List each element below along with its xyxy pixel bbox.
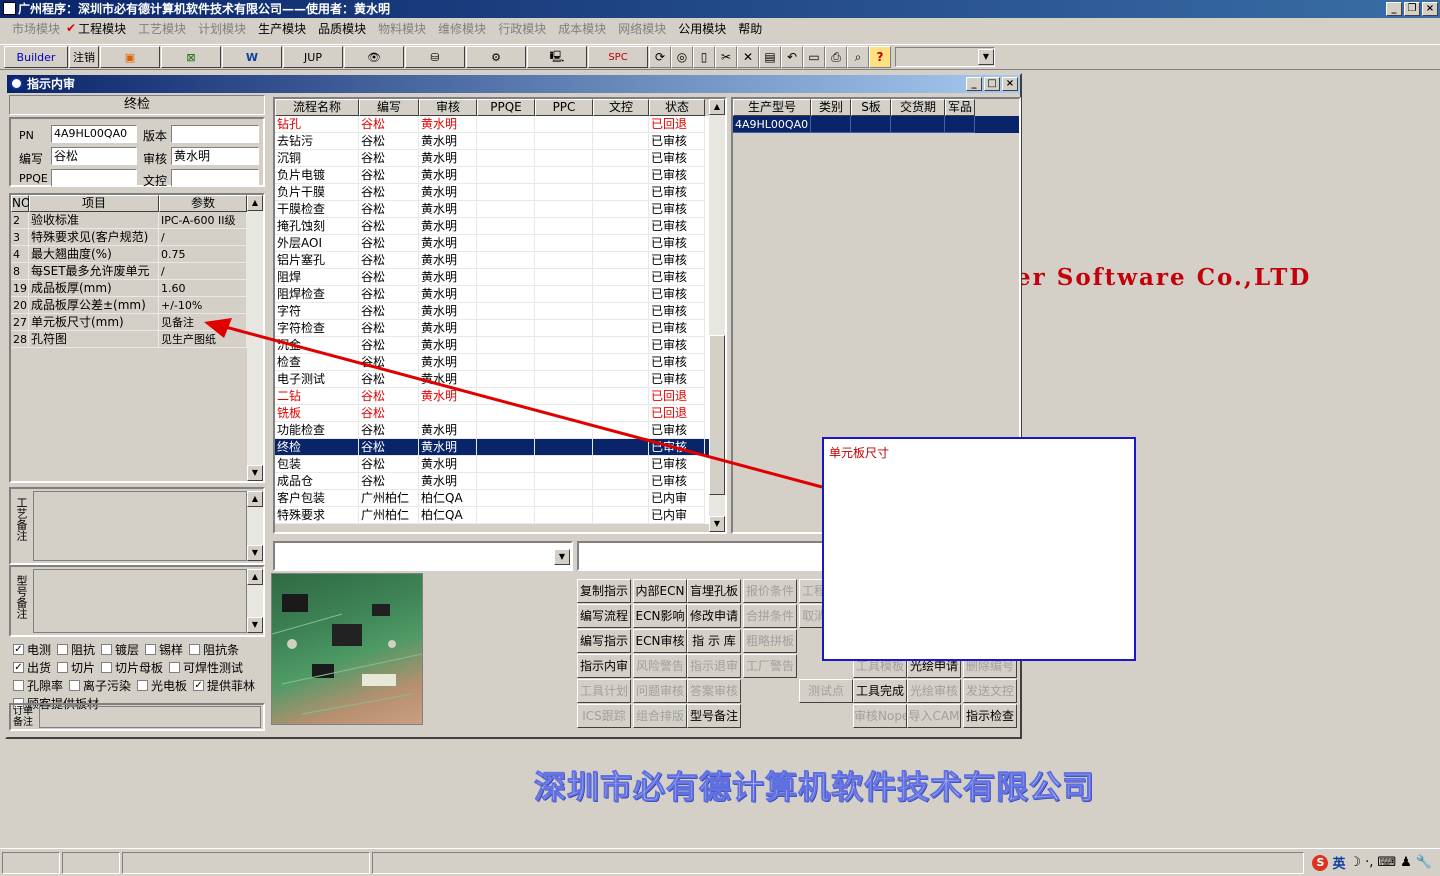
wrench-icon[interactable]: 🔧 bbox=[1416, 855, 1432, 870]
user-icon[interactable]: ♟ bbox=[1400, 855, 1412, 870]
sogou-icon[interactable]: S bbox=[1312, 854, 1329, 871]
keyboard-icon[interactable]: ⌨ bbox=[1377, 855, 1396, 870]
annotation-arrow bbox=[204, 318, 823, 489]
unit-size-popup: 单元板尺寸 bbox=[822, 437, 1136, 661]
moon-icon[interactable]: ☽ bbox=[1349, 855, 1361, 870]
status-cell-4 bbox=[372, 851, 1305, 874]
punctuation-icon[interactable]: ·, bbox=[1365, 855, 1373, 870]
status-cell-3 bbox=[122, 851, 370, 874]
status-cell-1 bbox=[2, 851, 60, 874]
ime-tray[interactable]: S 英 ☽ ·, ⌨ ♟ 🔧 bbox=[1306, 853, 1438, 872]
ime-language[interactable]: 英 bbox=[1332, 853, 1345, 872]
popup-title: 单元板尺寸 bbox=[829, 446, 890, 460]
status-cell-2 bbox=[62, 851, 120, 874]
status-bar: S 英 ☽ ·, ⌨ ♟ 🔧 bbox=[0, 848, 1440, 876]
